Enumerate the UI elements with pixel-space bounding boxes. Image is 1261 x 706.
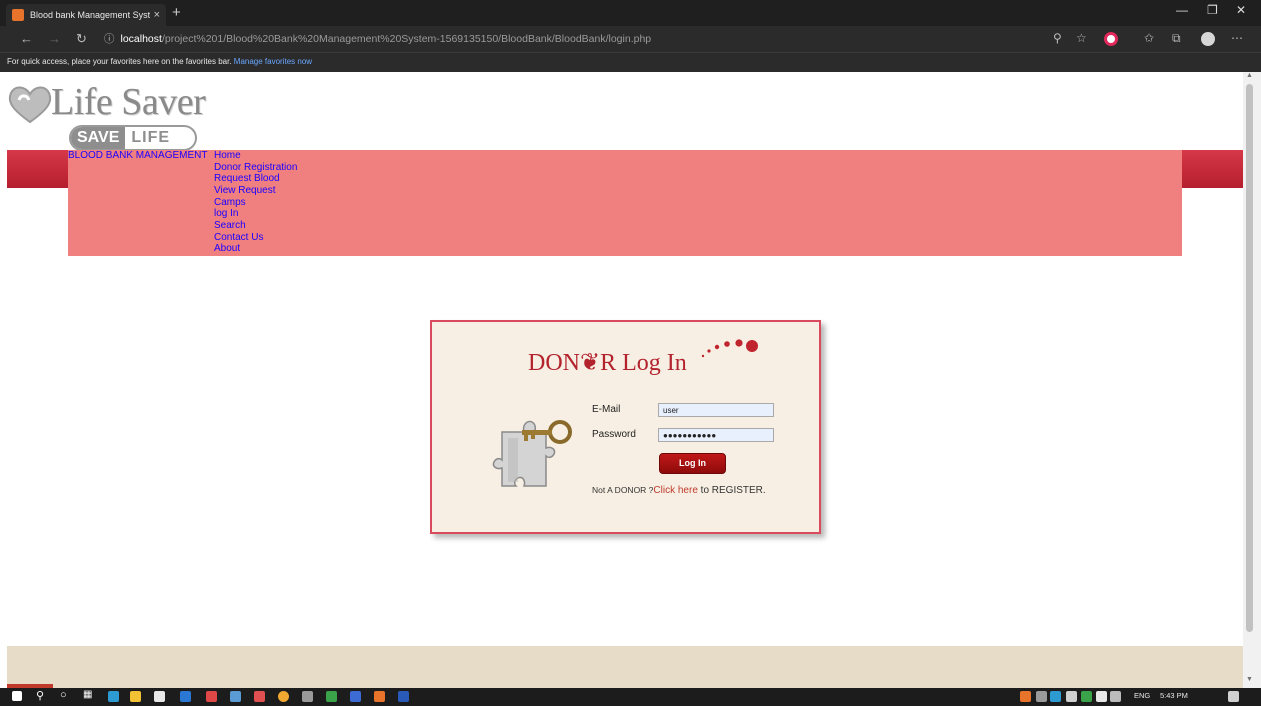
calculator-icon[interactable]	[302, 691, 313, 702]
back-icon[interactable]: ←	[20, 31, 33, 46]
mail-icon[interactable]	[180, 691, 191, 702]
zoom-icon[interactable]: ⚲	[1053, 31, 1062, 45]
tab-title: Blood bank Management Syster	[30, 10, 150, 20]
favorites-bar: For quick access, place your favorites h…	[0, 52, 1261, 72]
brave-icon[interactable]	[254, 691, 265, 702]
windows-taskbar: ⚲ ○ ▦ ENG 5:43 PM	[0, 688, 1261, 706]
nav-item-search[interactable]: Search	[214, 220, 297, 232]
minimize-icon[interactable]: —	[1176, 3, 1188, 17]
cortana-icon[interactable]: ○	[60, 689, 67, 701]
tray-wifi-icon[interactable]	[1110, 691, 1121, 702]
notification-icon[interactable]	[1228, 691, 1239, 702]
nav-item-home[interactable]: Home	[214, 150, 297, 162]
tray-app-icon[interactable]	[1036, 691, 1047, 702]
heart-logo-icon	[8, 86, 52, 124]
windows-start-icon[interactable]	[12, 691, 22, 701]
brand-text: BLOOD BANK MANAGEMENT	[68, 150, 208, 161]
tray-keyboard-icon[interactable]	[1066, 691, 1077, 702]
nav-list: Home Donor Registration Request Blood Vi…	[214, 150, 297, 255]
scroll-down-icon[interactable]: ▼	[1246, 676, 1253, 683]
email-label: E-Mail	[592, 404, 621, 415]
extension-icon[interactable]	[1104, 32, 1118, 46]
badge-life: LIFE	[131, 129, 171, 146]
nav-item-log-in[interactable]: log In	[214, 208, 297, 220]
collections-icon[interactable]: ⧉	[1172, 31, 1181, 46]
login-title: DON❦R Log In	[528, 350, 687, 376]
email-field[interactable]	[658, 403, 774, 417]
header-band-left	[7, 150, 69, 188]
file-explorer-icon[interactable]	[130, 691, 141, 702]
puzzle-key-icon	[492, 420, 572, 487]
register-suffix: to REGISTER.	[697, 485, 766, 496]
password-label: Password	[592, 429, 636, 440]
donor-login-card: DON❦R Log In E-Mail Password Log In Not …	[430, 320, 821, 534]
nav-item-camps[interactable]: Camps	[214, 197, 297, 209]
login-button[interactable]: Log In	[659, 453, 726, 474]
nav-item-request-blood[interactable]: Request Blood	[214, 173, 297, 185]
tray-shield-icon[interactable]	[1081, 691, 1092, 702]
nav-item-contact-us[interactable]: Contact Us	[214, 232, 297, 244]
address-bar: ← → ↻ ⓘ localhost/project%201/Blood%20Ban…	[0, 26, 1261, 52]
register-link[interactable]: Click here	[653, 485, 697, 496]
save-life-badge: SAVE LIFE	[69, 125, 197, 151]
register-prompt: Not A DONOR ?Click here to REGISTER.	[592, 485, 766, 496]
close-tab-icon[interactable]: ×	[154, 9, 160, 21]
url-host: localhost	[120, 33, 162, 45]
url-input[interactable]: ⓘ localhost/project%201/Blood%20Bank%20Ma…	[104, 30, 1154, 48]
browser-tab[interactable]: Blood bank Management Syster ×	[6, 4, 166, 26]
search-icon[interactable]: ⚲	[36, 689, 44, 702]
close-window-icon[interactable]: ✕	[1236, 3, 1246, 17]
page-footer	[7, 646, 1243, 688]
badge-save: SAVE	[71, 127, 126, 149]
vscode-icon[interactable]	[350, 691, 361, 702]
scroll-thumb[interactable]	[1246, 84, 1253, 632]
page-content: Life Saver SAVE LIFE BLOOD BANK MANAGEME…	[0, 72, 1243, 688]
header-band-right	[1182, 150, 1243, 188]
forward-icon[interactable]: →	[48, 31, 61, 46]
edge-icon[interactable]	[108, 691, 119, 702]
browser-tab-bar: Blood bank Management Syster × + — ❐ ✕	[0, 0, 1261, 26]
store-icon[interactable]	[154, 691, 165, 702]
clock[interactable]: 5:43 PM	[1160, 691, 1188, 700]
favorite-star-icon[interactable]: ☆	[1076, 31, 1087, 45]
favicon-icon	[12, 9, 24, 21]
profile-avatar-icon[interactable]	[1201, 32, 1215, 46]
nav-item-donor-registration[interactable]: Donor Registration	[214, 162, 297, 174]
tray-cloud-icon[interactable]	[1096, 691, 1107, 702]
favorites-icon[interactable]: ✩	[1144, 31, 1154, 45]
tray-network-icon[interactable]	[1050, 691, 1061, 702]
url-path: /project%201/Blood%20Bank%20Management%2…	[161, 33, 652, 45]
language-indicator[interactable]: ENG	[1134, 691, 1150, 700]
nav-item-about[interactable]: About	[214, 243, 297, 255]
nav-item-view-request[interactable]: View Request	[214, 185, 297, 197]
refresh-icon[interactable]: ↻	[76, 31, 87, 47]
manage-favorites-link[interactable]: Manage favorites now	[234, 57, 312, 66]
main-navigation: BLOOD BANK MANAGEMENT Home Donor Registr…	[68, 150, 1182, 256]
favorites-message: For quick access, place your favorites h…	[7, 57, 232, 66]
page-scrollbar[interactable]: ▲ ▼	[1243, 72, 1261, 688]
word-icon[interactable]	[398, 691, 409, 702]
password-field[interactable]	[658, 428, 774, 442]
menu-more-icon[interactable]: ⋯	[1231, 31, 1243, 45]
blood-drops-icon	[701, 339, 758, 358]
xampp-icon[interactable]	[374, 691, 385, 702]
restore-icon[interactable]: ❐	[1207, 3, 1218, 17]
life-saver-logo: Life Saver SAVE LIFE	[7, 78, 207, 154]
notes-icon[interactable]	[230, 691, 241, 702]
new-tab-icon[interactable]: +	[172, 4, 181, 21]
logo-title: Life Saver	[51, 81, 206, 123]
site-info-icon[interactable]: ⓘ	[104, 33, 115, 45]
notepad-icon[interactable]	[326, 691, 337, 702]
task-view-icon[interactable]: ▦	[83, 689, 92, 700]
scroll-up-icon[interactable]: ▲	[1246, 72, 1253, 79]
register-prefix: Not A DONOR ?	[592, 485, 654, 495]
office-icon[interactable]	[206, 691, 217, 702]
tray-xampp-icon[interactable]	[1020, 691, 1031, 702]
chrome-icon[interactable]	[278, 691, 289, 702]
